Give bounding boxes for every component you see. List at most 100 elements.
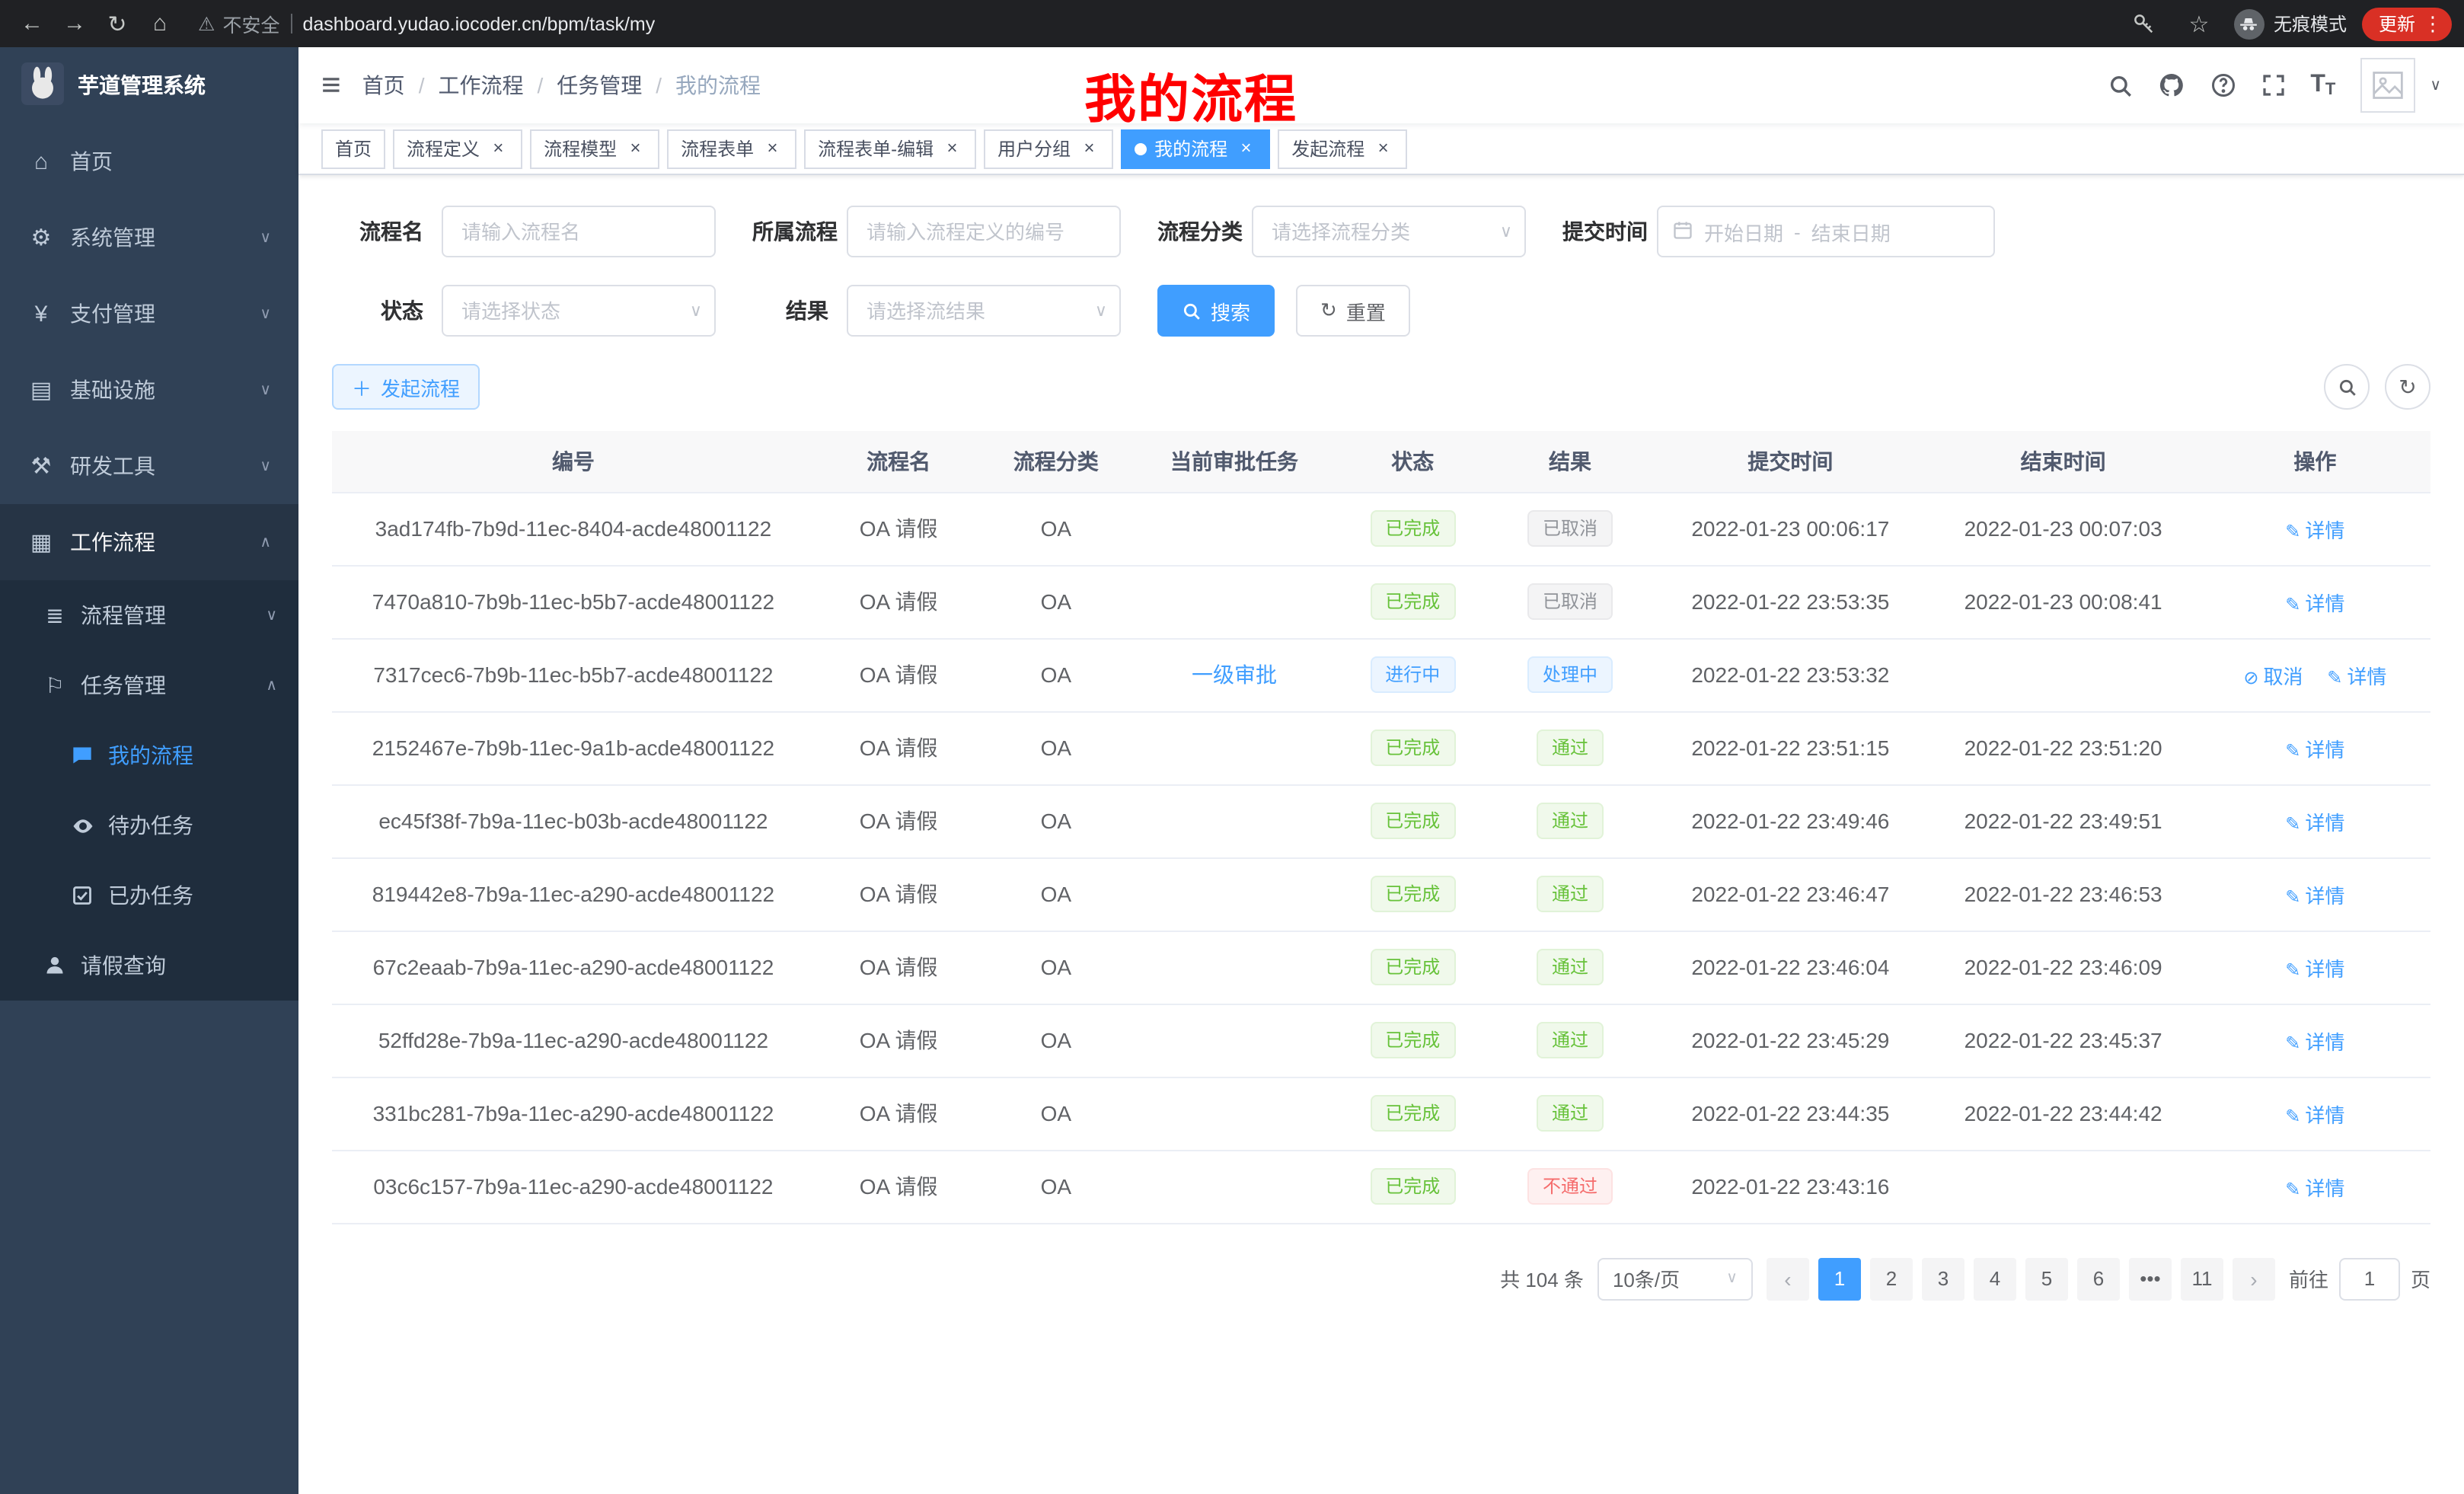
back-icon[interactable]: ← — [12, 4, 52, 43]
chevron-down-icon: ∨ — [266, 607, 277, 624]
hamburger-icon[interactable]: ≡ — [321, 69, 341, 102]
refresh-table-button[interactable]: ↻ — [2385, 364, 2430, 410]
close-icon[interactable]: × — [1078, 138, 1100, 159]
sidebar-item-todo-tasks[interactable]: 待办任务 — [0, 790, 298, 860]
page-button[interactable]: 4 — [1974, 1257, 2016, 1300]
cancel-action[interactable]: ⊘取消 — [2243, 665, 2303, 688]
detail-action[interactable]: ✎详情 — [2285, 1030, 2344, 1053]
detail-action[interactable]: ✎详情 — [2285, 884, 2344, 907]
close-icon[interactable]: × — [487, 138, 509, 159]
tab[interactable]: 用户分组 × — [984, 129, 1113, 168]
create-process-button[interactable]: ＋ 发起流程 — [332, 364, 480, 410]
sidebar-item-workflow[interactable]: ▦ 工作流程 ∧ — [0, 504, 298, 580]
cell-id: 03c6c157-7b9a-11ec-a290-acde48001122 — [332, 1150, 815, 1223]
bookmark-star-icon[interactable]: ☆ — [2179, 4, 2219, 43]
help-icon[interactable] — [2210, 72, 2237, 99]
font-size-icon[interactable]: TT — [2310, 72, 2335, 99]
page-button[interactable]: ••• — [2129, 1257, 2172, 1300]
breadcrumb-home[interactable]: 首页 — [362, 70, 405, 101]
close-icon[interactable]: × — [1235, 138, 1256, 159]
toggle-search-button[interactable] — [2324, 364, 2370, 410]
sidebar-item-devtools[interactable]: ⚒ 研发工具 ∨ — [0, 428, 298, 504]
edit-icon: ✎ — [2285, 959, 2300, 980]
chevron-down-icon[interactable]: ∨ — [2430, 77, 2441, 94]
table-row: 3ad174fb-7b9d-11ec-8404-acde48001122 OA … — [332, 492, 2430, 565]
detail-action[interactable]: ✎详情 — [2285, 811, 2344, 834]
workflow-submenu: ≣ 流程管理 ∨ ⚐ 任务管理 ∧ 我的流程 — [0, 580, 298, 1001]
update-button[interactable]: 更新 ⋮ — [2362, 7, 2452, 40]
status-badge: 进行中 — [1370, 656, 1455, 693]
column-header: 状态 — [1339, 431, 1486, 492]
column-header: 结果 — [1486, 431, 1654, 492]
sidebar-item-my-process[interactable]: 我的流程 — [0, 720, 298, 790]
breadcrumb-task-mgmt[interactable]: 任务管理 — [557, 70, 642, 101]
fullscreen-icon[interactable] — [2261, 73, 2286, 97]
forward-icon[interactable]: → — [55, 4, 94, 43]
avatar[interactable] — [2360, 58, 2415, 113]
sidebar-item-system[interactable]: ⚙ 系统管理 ∨ — [0, 200, 298, 276]
close-icon[interactable]: × — [761, 138, 783, 159]
close-icon[interactable]: × — [624, 138, 646, 159]
status-badge: 已完成 — [1370, 876, 1455, 912]
page-button[interactable]: 5 — [2025, 1257, 2068, 1300]
table-row: 2152467e-7b9b-11ec-9a1b-acde48001122 OA … — [332, 711, 2430, 784]
tab[interactable]: 首页 × — [321, 129, 385, 168]
close-icon[interactable]: × — [941, 138, 962, 159]
detail-action[interactable]: ✎详情 — [2285, 1176, 2344, 1199]
detail-action[interactable]: ✎详情 — [2327, 665, 2386, 688]
detail-action[interactable]: ✎详情 — [2285, 592, 2344, 615]
menu-dots-icon[interactable]: ⋮ — [2423, 11, 2443, 36]
security-warning[interactable]: ⚠ 不安全 — [198, 9, 279, 38]
process-definition-input[interactable] — [847, 206, 1121, 257]
cell-result: 处理中 — [1486, 638, 1654, 711]
search-icon[interactable] — [2108, 72, 2134, 98]
github-icon[interactable] — [2158, 72, 2185, 99]
result-badge: 通过 — [1537, 1095, 1604, 1132]
sidebar-item-process-mgmt[interactable]: ≣ 流程管理 ∨ — [0, 580, 298, 650]
home-icon[interactable]: ⌂ — [140, 4, 180, 43]
sidebar-item-infra[interactable]: ▤ 基础设施 ∨ — [0, 352, 298, 428]
search-button[interactable]: 搜索 — [1157, 285, 1275, 337]
sidebar-item-home[interactable]: ⌂ 首页 — [0, 123, 298, 200]
tab[interactable]: 我的流程 × — [1121, 129, 1270, 168]
sidebar-item-leave-query[interactable]: 请假查询 — [0, 931, 298, 1001]
detail-action[interactable]: ✎详情 — [2285, 1103, 2344, 1126]
page-size-select[interactable]: 10条/页 ∨ — [1597, 1257, 1753, 1300]
page-button[interactable]: 3 — [1922, 1257, 1964, 1300]
tab[interactable]: 流程表单-编辑 × — [804, 129, 976, 168]
goto-page-input[interactable] — [2339, 1257, 2400, 1300]
detail-action[interactable]: ✎详情 — [2285, 738, 2344, 761]
monitor-icon: ▤ — [27, 376, 55, 404]
tab[interactable]: 发起流程 × — [1278, 129, 1407, 168]
sidebar-item-done-tasks[interactable]: 已办任务 — [0, 860, 298, 931]
sidebar-item-payment[interactable]: ¥ 支付管理 ∨ — [0, 276, 298, 352]
tab[interactable]: 流程模型 × — [530, 129, 659, 168]
page-button[interactable]: 2 — [1870, 1257, 1913, 1300]
page-button[interactable]: 11 — [2181, 1257, 2223, 1300]
detail-action[interactable]: ✎详情 — [2285, 957, 2344, 980]
address-bar[interactable]: ⚠ 不安全 dashboard.yudao.iocoder.cn/bpm/tas… — [198, 9, 2106, 38]
tab[interactable]: 流程表单 × — [667, 129, 796, 168]
reset-button[interactable]: ↻ 重置 — [1296, 285, 1410, 337]
cell-end-time: 2022-01-22 23:49:51 — [1926, 784, 2199, 857]
current-task-link[interactable]: 一级审批 — [1192, 662, 1277, 687]
status-select[interactable] — [442, 285, 716, 337]
date-range-picker[interactable]: 开始日期 - 结束日期 — [1657, 206, 1995, 257]
cell-end-time — [1926, 1150, 2199, 1223]
page-button[interactable]: 6 — [2077, 1257, 2120, 1300]
page-button[interactable]: 1 — [1818, 1257, 1861, 1300]
logo[interactable]: 芋道管理系统 — [0, 47, 298, 123]
close-icon[interactable]: × — [1372, 138, 1393, 159]
key-icon[interactable] — [2124, 4, 2164, 43]
table-toolbar: ＋ 发起流程 ↻ — [332, 364, 2430, 410]
detail-action[interactable]: ✎详情 — [2285, 519, 2344, 541]
breadcrumb-workflow[interactable]: 工作流程 — [438, 70, 523, 101]
category-select[interactable] — [1252, 206, 1526, 257]
tab[interactable]: 流程定义 × — [393, 129, 522, 168]
next-page-button[interactable]: › — [2233, 1257, 2275, 1300]
prev-page-button[interactable]: ‹ — [1767, 1257, 1809, 1300]
sidebar-item-task-mgmt[interactable]: ⚐ 任务管理 ∧ — [0, 650, 298, 720]
result-select[interactable] — [847, 285, 1121, 337]
reload-icon[interactable]: ↻ — [97, 4, 137, 43]
process-name-input[interactable] — [442, 206, 716, 257]
